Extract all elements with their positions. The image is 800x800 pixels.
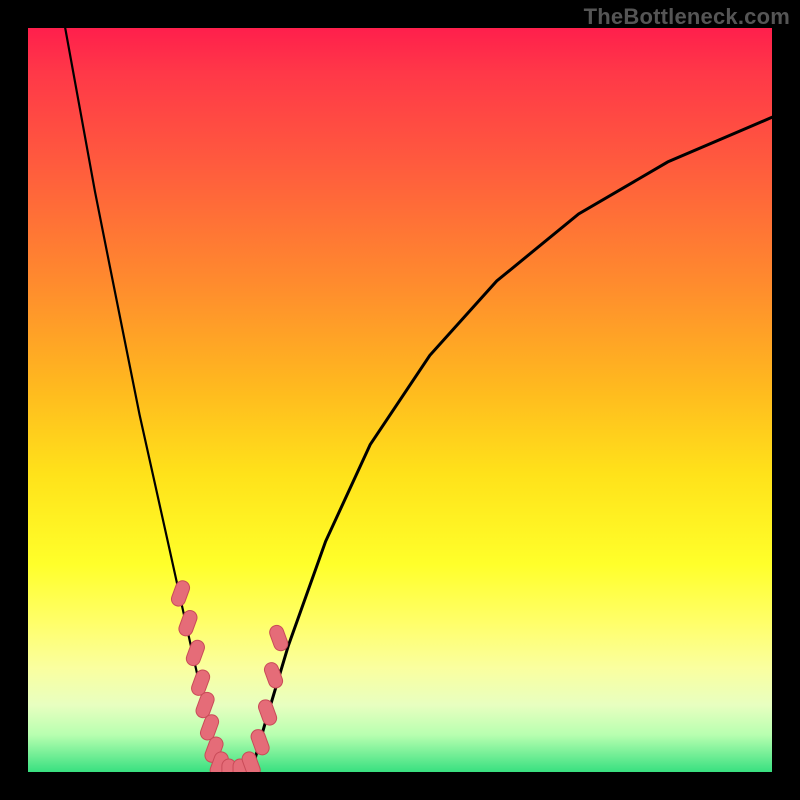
curve-layer — [28, 28, 772, 772]
marker-point — [268, 623, 290, 652]
marker-point — [184, 638, 206, 667]
marker-point — [177, 609, 199, 638]
marker-point — [169, 579, 191, 608]
watermark-text: TheBottleneck.com — [584, 4, 790, 30]
chart-frame: TheBottleneck.com — [0, 0, 800, 800]
marker-point — [257, 698, 279, 727]
right-curve — [251, 117, 772, 772]
plot-area — [28, 28, 772, 772]
